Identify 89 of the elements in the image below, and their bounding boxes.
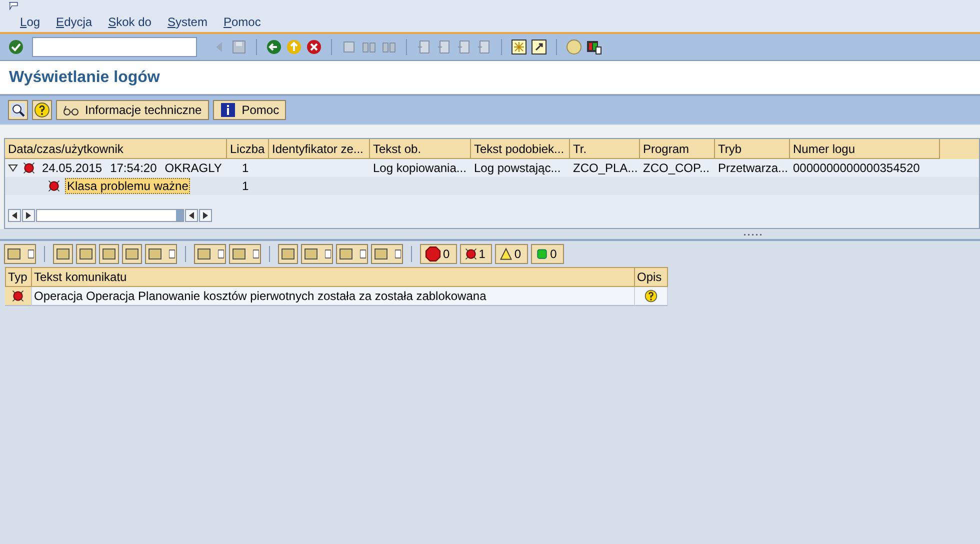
scroll-right-button[interactable] bbox=[199, 209, 212, 222]
table-cell: ZCO_COP... bbox=[643, 161, 710, 175]
column-header[interactable]: Opis bbox=[635, 267, 668, 287]
arrow-left-icon bbox=[12, 212, 17, 219]
toolbar-button[interactable] bbox=[278, 244, 298, 264]
scrollbar[interactable] bbox=[36, 209, 184, 222]
screen-title: Wyświetlanie logów bbox=[9, 68, 160, 86]
magnifier-icon bbox=[10, 102, 26, 118]
table-cell: 1 bbox=[242, 161, 249, 175]
table-cell: Log powstając... bbox=[474, 161, 561, 175]
error-icon bbox=[11, 289, 25, 303]
info-icon bbox=[220, 102, 236, 118]
toolbar-button[interactable] bbox=[371, 244, 403, 264]
toolbar-button[interactable] bbox=[194, 244, 226, 264]
tree-node[interactable]: Klasa problemu ważne bbox=[65, 178, 190, 194]
message-filter-button[interactable]: 0 bbox=[495, 244, 528, 264]
toolbar-button[interactable] bbox=[4, 244, 36, 264]
menu-item[interactable]: Edycja bbox=[56, 15, 92, 29]
toolbar-button[interactable] bbox=[531, 39, 547, 55]
cancel-icon bbox=[306, 39, 322, 55]
time-text: 17:54:20 bbox=[110, 161, 157, 175]
toolbar-button[interactable] bbox=[229, 244, 261, 264]
window-icon bbox=[511, 39, 527, 55]
column-header[interactable]: Tekst komunikatu bbox=[32, 267, 635, 287]
help-button[interactable] bbox=[32, 100, 52, 120]
error-icon bbox=[464, 247, 478, 261]
toolbar-button[interactable] bbox=[145, 244, 177, 264]
column-header[interactable]: Typ bbox=[5, 267, 32, 287]
menu-item[interactable]: Pomoc bbox=[223, 15, 261, 29]
user-text: OKRAGLY bbox=[164, 161, 222, 175]
success-icon bbox=[535, 247, 550, 261]
dropdown-icon bbox=[218, 249, 224, 259]
table-cell: 0000000000000354520 bbox=[793, 161, 920, 175]
splitter-grip-icon[interactable] bbox=[744, 232, 762, 236]
error-icon bbox=[22, 161, 36, 175]
arrow-left-icon bbox=[189, 212, 194, 219]
table-cell: ZCO_PLA... bbox=[573, 161, 638, 175]
date-text: 24.05.2015 bbox=[42, 161, 102, 175]
page-icon bbox=[416, 39, 432, 55]
dropdown-icon bbox=[325, 249, 331, 259]
check-icon bbox=[8, 39, 24, 55]
page-icon bbox=[456, 39, 472, 55]
toolbar-button[interactable] bbox=[76, 244, 96, 264]
dropdown-icon bbox=[28, 249, 34, 259]
table-cell: Log kopiowania... bbox=[373, 161, 466, 175]
arrow-right-icon bbox=[203, 212, 208, 219]
message-filter-button[interactable]: 0 bbox=[420, 244, 457, 264]
error-icon bbox=[47, 179, 61, 193]
back-icon bbox=[266, 39, 282, 55]
exit-icon bbox=[286, 39, 302, 55]
search-button[interactable] bbox=[8, 100, 28, 120]
save-icon bbox=[231, 39, 247, 55]
shortcut-icon bbox=[531, 39, 547, 55]
warning-icon bbox=[499, 247, 514, 261]
message-filter-button[interactable]: 1 bbox=[460, 244, 492, 264]
menu-item[interactable]: Skok do bbox=[108, 15, 152, 29]
expand-toggle[interactable] bbox=[8, 163, 18, 173]
toolbar-button[interactable] bbox=[99, 244, 119, 264]
stop-icon bbox=[424, 246, 442, 262]
question-icon bbox=[34, 102, 50, 118]
menu-item[interactable]: Log bbox=[20, 15, 40, 29]
page-icon bbox=[476, 39, 492, 55]
toolbar-button[interactable] bbox=[511, 39, 527, 55]
scroll-left-button[interactable] bbox=[185, 209, 198, 222]
page-icon bbox=[436, 39, 452, 55]
toolbar-button[interactable] bbox=[122, 244, 142, 264]
scroll-right-button[interactable] bbox=[22, 209, 35, 222]
table-cell: Przetwarza... bbox=[718, 161, 788, 175]
toolbar-button[interactable] bbox=[336, 244, 368, 264]
dropdown-icon bbox=[360, 249, 366, 259]
arrow-right-icon bbox=[26, 212, 31, 219]
message-filter-button[interactable]: 0 bbox=[531, 244, 564, 264]
command-field[interactable] bbox=[32, 37, 197, 57]
toolbar-button[interactable] bbox=[53, 244, 73, 264]
long-text-button[interactable] bbox=[644, 289, 658, 303]
dropdown-icon bbox=[169, 249, 175, 259]
table-cell: 1 bbox=[242, 179, 249, 193]
table-row[interactable]: Klasa problemu ważne 1 bbox=[5, 177, 979, 195]
question-icon bbox=[644, 289, 658, 303]
toolbar-button[interactable] bbox=[266, 39, 282, 55]
dropdown-icon bbox=[395, 249, 401, 259]
menu-item[interactable]: System bbox=[167, 15, 208, 29]
toolbar-button[interactable] bbox=[301, 244, 333, 264]
toolbar-button[interactable]: Informacje techniczne bbox=[56, 100, 209, 120]
scroll-left-button[interactable] bbox=[8, 209, 21, 222]
toolbar-button[interactable]: Pomoc bbox=[212, 100, 286, 120]
dropdown-icon bbox=[253, 249, 259, 259]
toolbar-button[interactable] bbox=[306, 39, 322, 55]
message-text: Operacja Operacja Planowanie kosztów pierwotnych została za została zablokowana bbox=[34, 289, 486, 303]
